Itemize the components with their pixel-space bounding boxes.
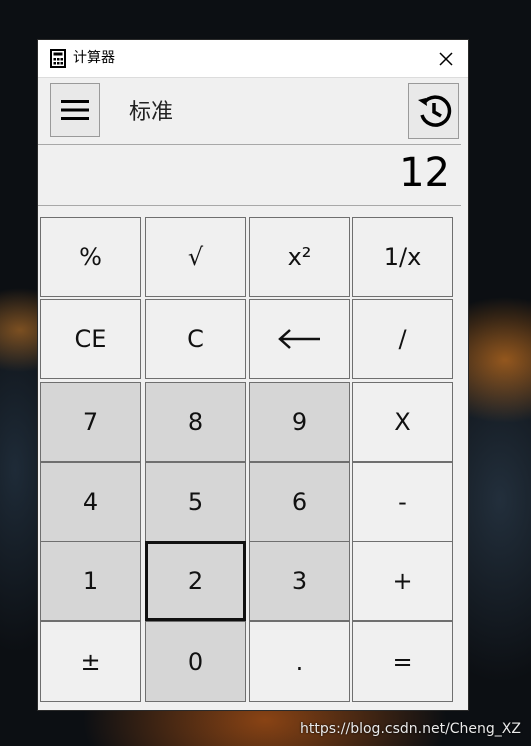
key-6[interactable]: 6 xyxy=(249,462,350,542)
key-equals[interactable]: = xyxy=(352,621,453,702)
key-label: ± xyxy=(80,647,101,676)
key-label: x² xyxy=(287,243,312,271)
key-label: = xyxy=(392,647,413,676)
key-reciprocal[interactable]: 1/x xyxy=(352,217,453,297)
key-plus[interactable]: + xyxy=(352,541,453,621)
key-7[interactable]: 7 xyxy=(40,382,141,462)
key-2[interactable]: 2 xyxy=(145,541,246,621)
history-icon xyxy=(417,95,451,127)
key-label: 2 xyxy=(187,567,204,595)
key-label: 5 xyxy=(187,488,204,516)
history-button[interactable] xyxy=(408,83,459,139)
key-divide[interactable]: / xyxy=(352,299,453,379)
hamburger-icon xyxy=(61,100,89,120)
mode-title: 标准 xyxy=(129,100,174,125)
key-backspace[interactable] xyxy=(249,299,350,379)
key-minus[interactable]: - xyxy=(352,462,453,542)
close-icon xyxy=(439,51,453,66)
key-negate[interactable]: ± xyxy=(40,621,141,702)
key-label: 1 xyxy=(82,567,99,595)
key-label: X xyxy=(394,408,411,436)
navigation-menu-button[interactable] xyxy=(50,83,100,137)
key-label: 3 xyxy=(291,567,308,595)
key-3[interactable]: 3 xyxy=(249,541,350,621)
key-label: % xyxy=(79,243,102,271)
key-8[interactable]: 8 xyxy=(145,382,246,462)
key-label: 9 xyxy=(291,408,308,436)
key-label: - xyxy=(398,488,407,516)
result-display: 12 xyxy=(399,150,450,196)
key-5[interactable]: 5 xyxy=(145,462,246,542)
calculator-icon xyxy=(50,49,66,68)
key-label: . xyxy=(295,647,304,676)
close-button[interactable] xyxy=(424,40,468,77)
key-0[interactable]: 0 xyxy=(145,621,246,702)
key-label: C xyxy=(187,325,204,353)
key-label: / xyxy=(398,325,407,353)
key-label: √ xyxy=(187,243,204,271)
window-title: 计算器 xyxy=(73,50,115,66)
key-label: 4 xyxy=(82,488,99,516)
key-decimal[interactable]: . xyxy=(249,621,350,702)
key-clear-entry[interactable]: CE xyxy=(40,299,141,379)
key-label: CE xyxy=(74,325,107,353)
key-9[interactable]: 9 xyxy=(249,382,350,462)
key-multiply[interactable]: X xyxy=(352,382,453,462)
backspace-arrow-icon xyxy=(277,329,320,349)
key-label: 6 xyxy=(291,488,308,516)
key-square[interactable]: x² xyxy=(249,217,350,297)
key-4[interactable]: 4 xyxy=(40,462,141,542)
key-1[interactable]: 1 xyxy=(40,541,141,621)
key-sqrt[interactable]: √ xyxy=(145,217,246,297)
key-clear[interactable]: C xyxy=(145,299,246,379)
key-label: 0 xyxy=(187,647,204,676)
key-percent[interactable]: % xyxy=(40,217,141,297)
display-separator xyxy=(38,205,461,206)
title-bar: 计算器 xyxy=(38,40,468,78)
key-label: 7 xyxy=(82,408,99,436)
key-label: 8 xyxy=(187,408,204,436)
key-label: + xyxy=(392,567,413,595)
key-label: 1/x xyxy=(383,243,422,271)
header-separator xyxy=(38,144,461,145)
calculator-window: 计算器 标准 12 % √ x² 1/x CE C/7 8 9 X 4 5 6-1 2 3 + ±0. = xyxy=(38,40,468,710)
watermark-text: https://blog.csdn.net/Cheng_XZ xyxy=(300,721,521,737)
